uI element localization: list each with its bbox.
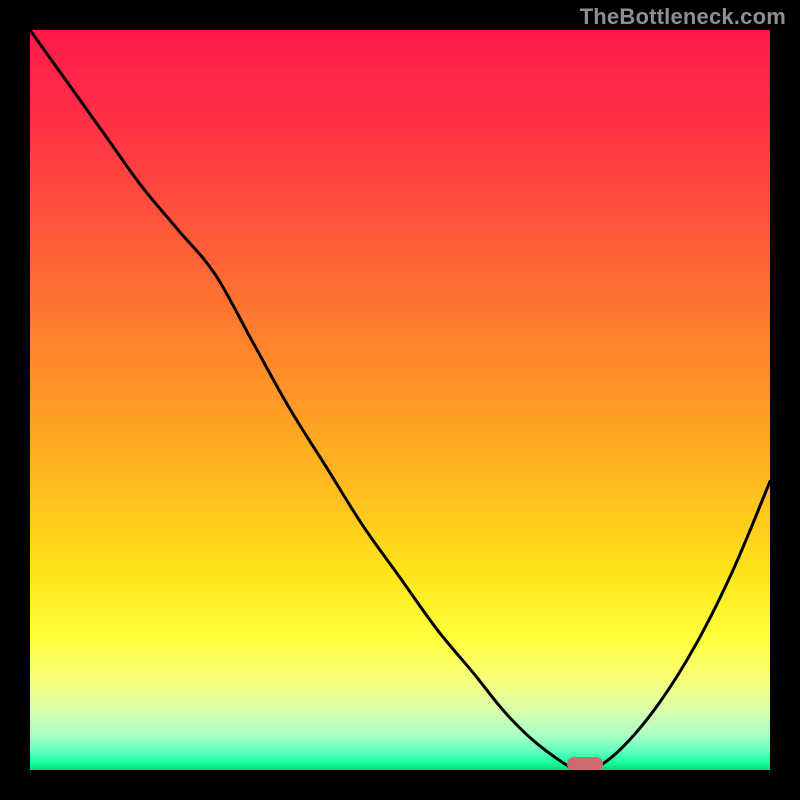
optimal-marker bbox=[567, 757, 603, 770]
bottleneck-curve bbox=[30, 30, 770, 770]
chart-frame: TheBottleneck.com bbox=[0, 0, 800, 800]
plot-area bbox=[30, 30, 770, 770]
curve-layer bbox=[30, 30, 770, 770]
watermark-label: TheBottleneck.com bbox=[580, 4, 786, 30]
